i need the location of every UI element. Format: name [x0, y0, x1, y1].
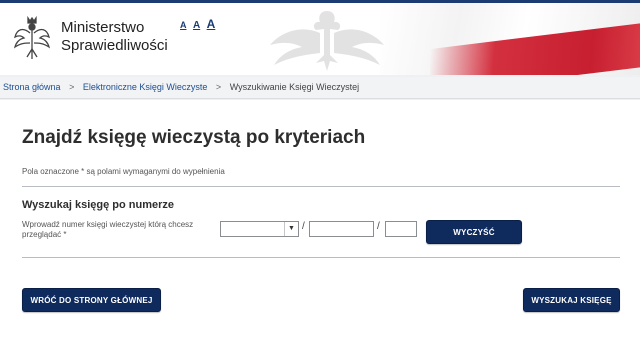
breadcrumb-current: Wyszukiwanie Księgi Wieczystej — [229, 82, 360, 92]
font-size-medium-link[interactable]: A — [193, 20, 200, 31]
breadcrumb-home-link[interactable]: Strona główna — [3, 82, 61, 92]
back-to-home-button[interactable]: WRÓĆ DO STRONY GŁÓWNEJ — [22, 288, 161, 312]
divider — [22, 257, 620, 258]
polish-eagle-emblem-icon — [13, 15, 51, 59]
caret-down-icon[interactable]: ▼ — [284, 222, 298, 236]
separator-slash: / — [302, 221, 305, 232]
breadcrumb-separator: > — [215, 82, 222, 92]
search-book-button[interactable]: WYSZUKAJ KSIĘGĘ — [523, 288, 620, 312]
kw-number-input[interactable] — [309, 221, 374, 237]
breadcrumb-ekw-link[interactable]: Elektroniczne Księgi Wieczyste — [83, 82, 208, 92]
font-size-large-link[interactable]: A — [207, 17, 216, 31]
section-title: Wyszukaj księgę po numerze — [22, 199, 175, 211]
clear-button[interactable]: WYCZYŚĆ — [426, 220, 522, 244]
control-digit-input[interactable] — [385, 221, 417, 237]
required-fields-note: Pola oznaczone * są polami wymaganymi do… — [22, 167, 225, 176]
font-size-small-link[interactable]: A — [180, 20, 187, 30]
breadcrumb-separator: > — [69, 82, 75, 92]
breadcrumb: Strona główna > Elektroniczne Księgi Wie… — [0, 77, 640, 99]
font-size-switcher: A A A — [180, 15, 217, 33]
page-title: Znajdź księgę wieczystą po kryteriach — [22, 127, 366, 148]
divider — [22, 186, 620, 187]
ministry-name-line2: Sprawiedliwości — [61, 37, 168, 54]
main-content: Znajdź księgę wieczystą po kryteriach Po… — [0, 100, 640, 338]
eagle-watermark-icon — [270, 11, 384, 71]
ministry-name-line1: Ministerstwo — [61, 19, 145, 36]
site-header: Ministerstwo Sprawiedliwości A A A — [0, 3, 640, 75]
kw-number-label: Wprowadź numer księgi wieczystej którą c… — [22, 220, 194, 239]
ministry-name[interactable]: Ministerstwo Sprawiedliwości — [61, 19, 168, 55]
separator-slash: / — [377, 221, 380, 232]
court-code-select[interactable]: ▼ — [220, 221, 299, 237]
